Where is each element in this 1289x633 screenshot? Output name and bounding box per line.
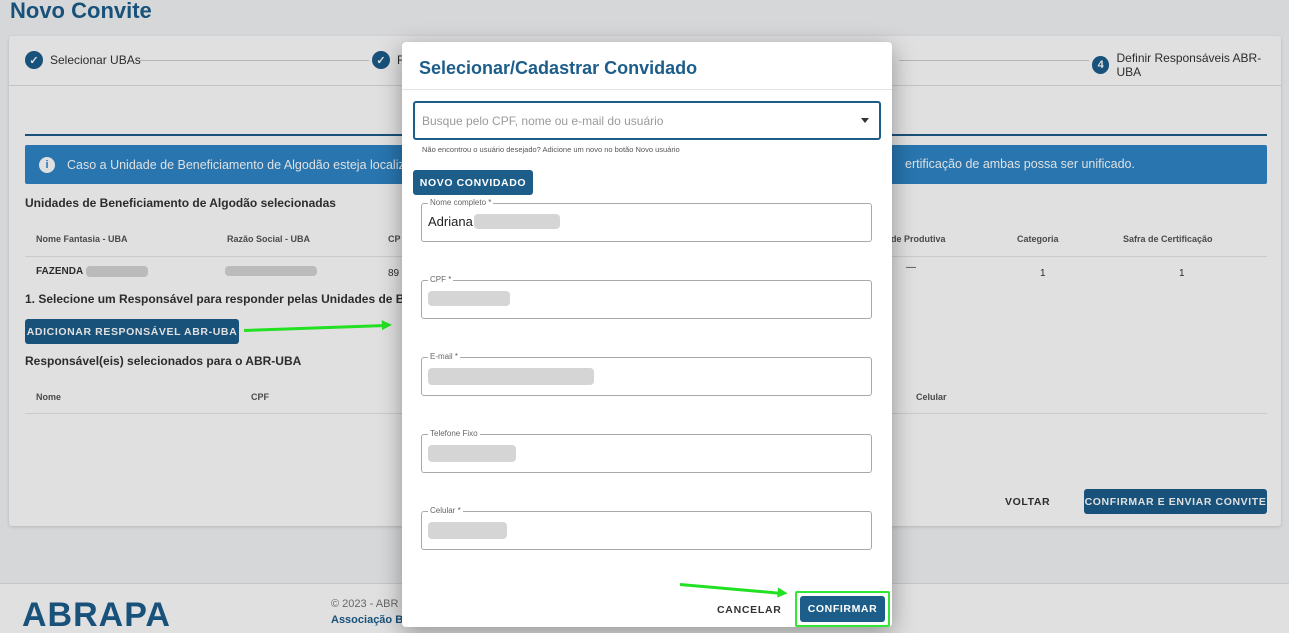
new-guest-button[interactable]: NOVO CONVIDADO bbox=[413, 170, 533, 195]
field-label: Celular * bbox=[428, 506, 463, 515]
field-label: E-mail * bbox=[428, 352, 461, 361]
field-value bbox=[428, 522, 507, 539]
modal-title: Selecionar/Cadastrar Convidado bbox=[419, 58, 698, 78]
field-value bbox=[428, 445, 516, 462]
field-value bbox=[428, 291, 510, 306]
modal-actions: CANCELAR CONFIRMAR bbox=[402, 591, 892, 627]
field-label: Telefone Fixo bbox=[428, 429, 480, 438]
field-value: Adriana bbox=[428, 214, 560, 229]
full-name-field[interactable]: Nome completo * Adriana bbox=[421, 198, 872, 242]
field-value bbox=[428, 368, 594, 385]
field-label: Nome completo * bbox=[428, 198, 494, 207]
name-text: Adriana bbox=[428, 214, 473, 229]
confirm-button[interactable]: CONFIRMAR bbox=[800, 596, 885, 622]
chevron-down-icon[interactable] bbox=[861, 118, 869, 123]
search-helper-text: Não encontrou o usuário desejado? Adicio… bbox=[422, 145, 680, 154]
confirm-highlight: CONFIRMAR bbox=[795, 591, 890, 627]
redacted-text bbox=[473, 214, 560, 229]
guest-modal: Selecionar/Cadastrar Convidado Não encon… bbox=[402, 42, 892, 627]
redacted-text bbox=[428, 291, 510, 306]
guest-search-input[interactable] bbox=[422, 111, 842, 131]
cancel-button[interactable]: CANCELAR bbox=[717, 604, 782, 616]
mobile-field[interactable]: Celular * bbox=[421, 506, 872, 550]
field-label: CPF * bbox=[428, 275, 454, 284]
modal-divider bbox=[402, 89, 892, 90]
cpf-field[interactable]: CPF * bbox=[421, 275, 872, 319]
phone-field[interactable]: Telefone Fixo bbox=[421, 429, 872, 473]
guest-search-select[interactable] bbox=[413, 101, 881, 140]
redacted-text bbox=[428, 445, 516, 462]
email-field[interactable]: E-mail * bbox=[421, 352, 872, 396]
redacted-text bbox=[428, 368, 594, 385]
redacted-text bbox=[428, 522, 507, 539]
